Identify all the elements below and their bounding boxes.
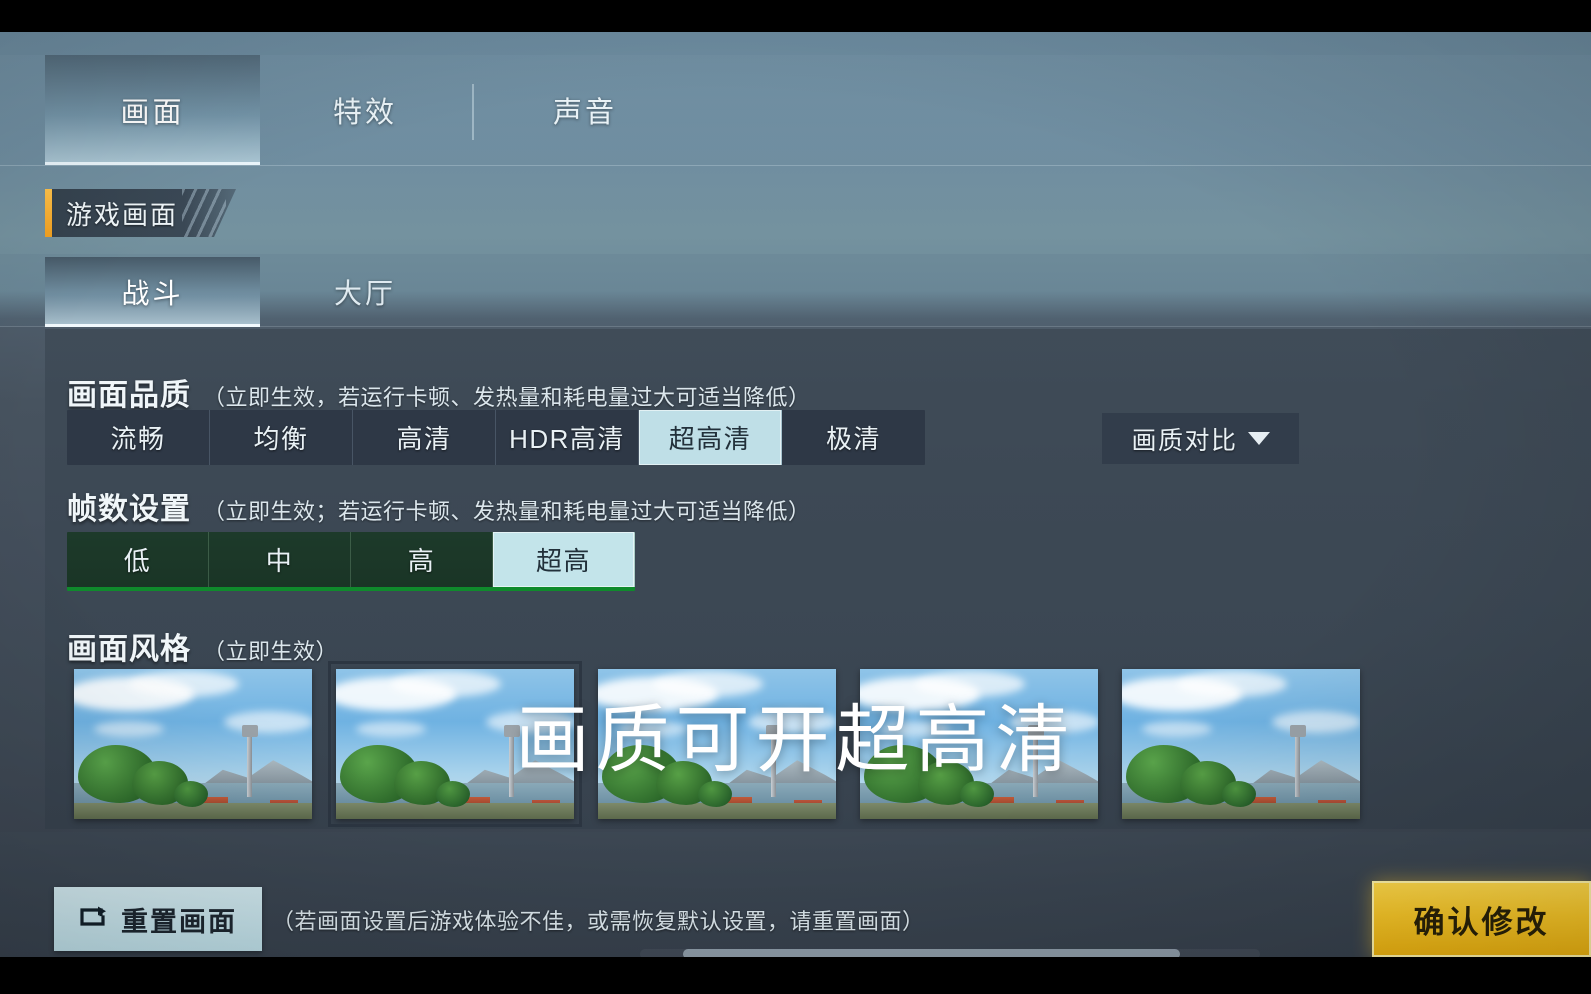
- tab-divider: [472, 84, 474, 140]
- quality-row-label: 画面品质 （立即生效，若运行卡顿、发热量和耗电量过大可适当降低）: [67, 370, 811, 414]
- quality-compare-button[interactable]: 画质对比: [1102, 413, 1299, 464]
- quality-label: 画面品质: [67, 379, 191, 412]
- quality-segmented-control: 流畅 均衡 高清 HDR高清 超高清 极清: [67, 410, 925, 465]
- style-label: 画面风格: [67, 633, 191, 666]
- reset-picture-button[interactable]: 重置画面: [54, 887, 262, 951]
- tab-picture[interactable]: 画面: [45, 55, 260, 165]
- thumbnail-scene: [860, 669, 1098, 819]
- thumbnail-scene: [336, 669, 574, 819]
- framerate-row-label: 帧数设置 （立即生效；若运行卡顿、发热量和耗电量过大可适当降低）: [67, 484, 811, 528]
- style-thumbnail-5[interactable]: [1122, 669, 1360, 819]
- style-thumbnail-4[interactable]: [860, 669, 1098, 819]
- framerate-segmented-control: 低 中 高 超高: [67, 532, 635, 591]
- style-thumbnail-2[interactable]: [328, 661, 582, 827]
- style-thumbnail-1[interactable]: [74, 669, 312, 819]
- quality-option-extreme[interactable]: 极清: [782, 410, 925, 465]
- quality-note: （立即生效，若运行卡顿、发热量和耗电量过大可适当降低）: [203, 385, 811, 410]
- letterbox-bottom: [0, 957, 1591, 994]
- reset-loop-icon: [79, 905, 109, 934]
- framerate-label: 帧数设置: [67, 493, 191, 526]
- reset-picture-label: 重置画面: [121, 906, 237, 937]
- quality-option-hdr-hd[interactable]: HDR高清: [496, 410, 639, 465]
- quality-option-hd[interactable]: 高清: [353, 410, 496, 465]
- horizontal-scrollbar-thumb[interactable]: [683, 949, 1180, 957]
- quality-option-smooth[interactable]: 流畅: [67, 410, 210, 465]
- section-accent-bar: [45, 189, 52, 237]
- game-screen: 画面 特效 声音 游戏画面 战斗 大厅 画面品质 （立即生效，若运行卡顿、发热量…: [0, 32, 1591, 957]
- thumbnail-scene: [598, 669, 836, 819]
- style-note: （立即生效）: [203, 639, 339, 664]
- chevron-down-icon: [1247, 432, 1270, 445]
- top-tab-underline: [0, 165, 1591, 166]
- section-stripes-decor: [182, 189, 226, 237]
- section-title: 游戏画面: [66, 199, 179, 230]
- tab-lobby[interactable]: 大厅: [260, 257, 470, 327]
- letterbox-top: [0, 0, 1591, 32]
- framerate-option-high[interactable]: 高: [351, 532, 493, 587]
- style-thumbnail-strip: [74, 661, 1360, 827]
- confirm-changes-label: 确认修改: [1413, 904, 1550, 940]
- tab-sound[interactable]: 声音: [480, 55, 690, 165]
- tab-effects[interactable]: 特效: [260, 55, 470, 165]
- section-header-body: 游戏画面: [52, 189, 236, 237]
- thumbnail-scene: [74, 669, 312, 819]
- framerate-option-low[interactable]: 低: [67, 532, 209, 587]
- quality-option-ultra-hd[interactable]: 超高清: [639, 410, 782, 465]
- confirm-changes-button[interactable]: 确认修改: [1372, 881, 1591, 957]
- quality-compare-label: 画质对比: [1131, 426, 1238, 455]
- app-root: 画面 特效 声音 游戏画面 战斗 大厅 画面品质 （立即生效，若运行卡顿、发热量…: [0, 0, 1591, 994]
- quality-option-balanced[interactable]: 均衡: [210, 410, 353, 465]
- framerate-option-ultra[interactable]: 超高: [493, 532, 635, 587]
- thumbnail-scene: [1122, 669, 1360, 819]
- tab-battle[interactable]: 战斗: [45, 257, 260, 327]
- framerate-note: （立即生效；若运行卡顿、发热量和耗电量过大可适当降低）: [203, 499, 811, 524]
- section-header-game-picture: 游戏画面: [45, 189, 236, 237]
- framerate-option-medium[interactable]: 中: [209, 532, 351, 587]
- style-row-label: 画面风格 （立即生效）: [67, 624, 338, 668]
- reset-hint-text: （若画面设置后游戏体验不佳，或需恢复默认设置，请重置画面）: [272, 909, 925, 934]
- style-thumbnail-3[interactable]: [598, 669, 836, 819]
